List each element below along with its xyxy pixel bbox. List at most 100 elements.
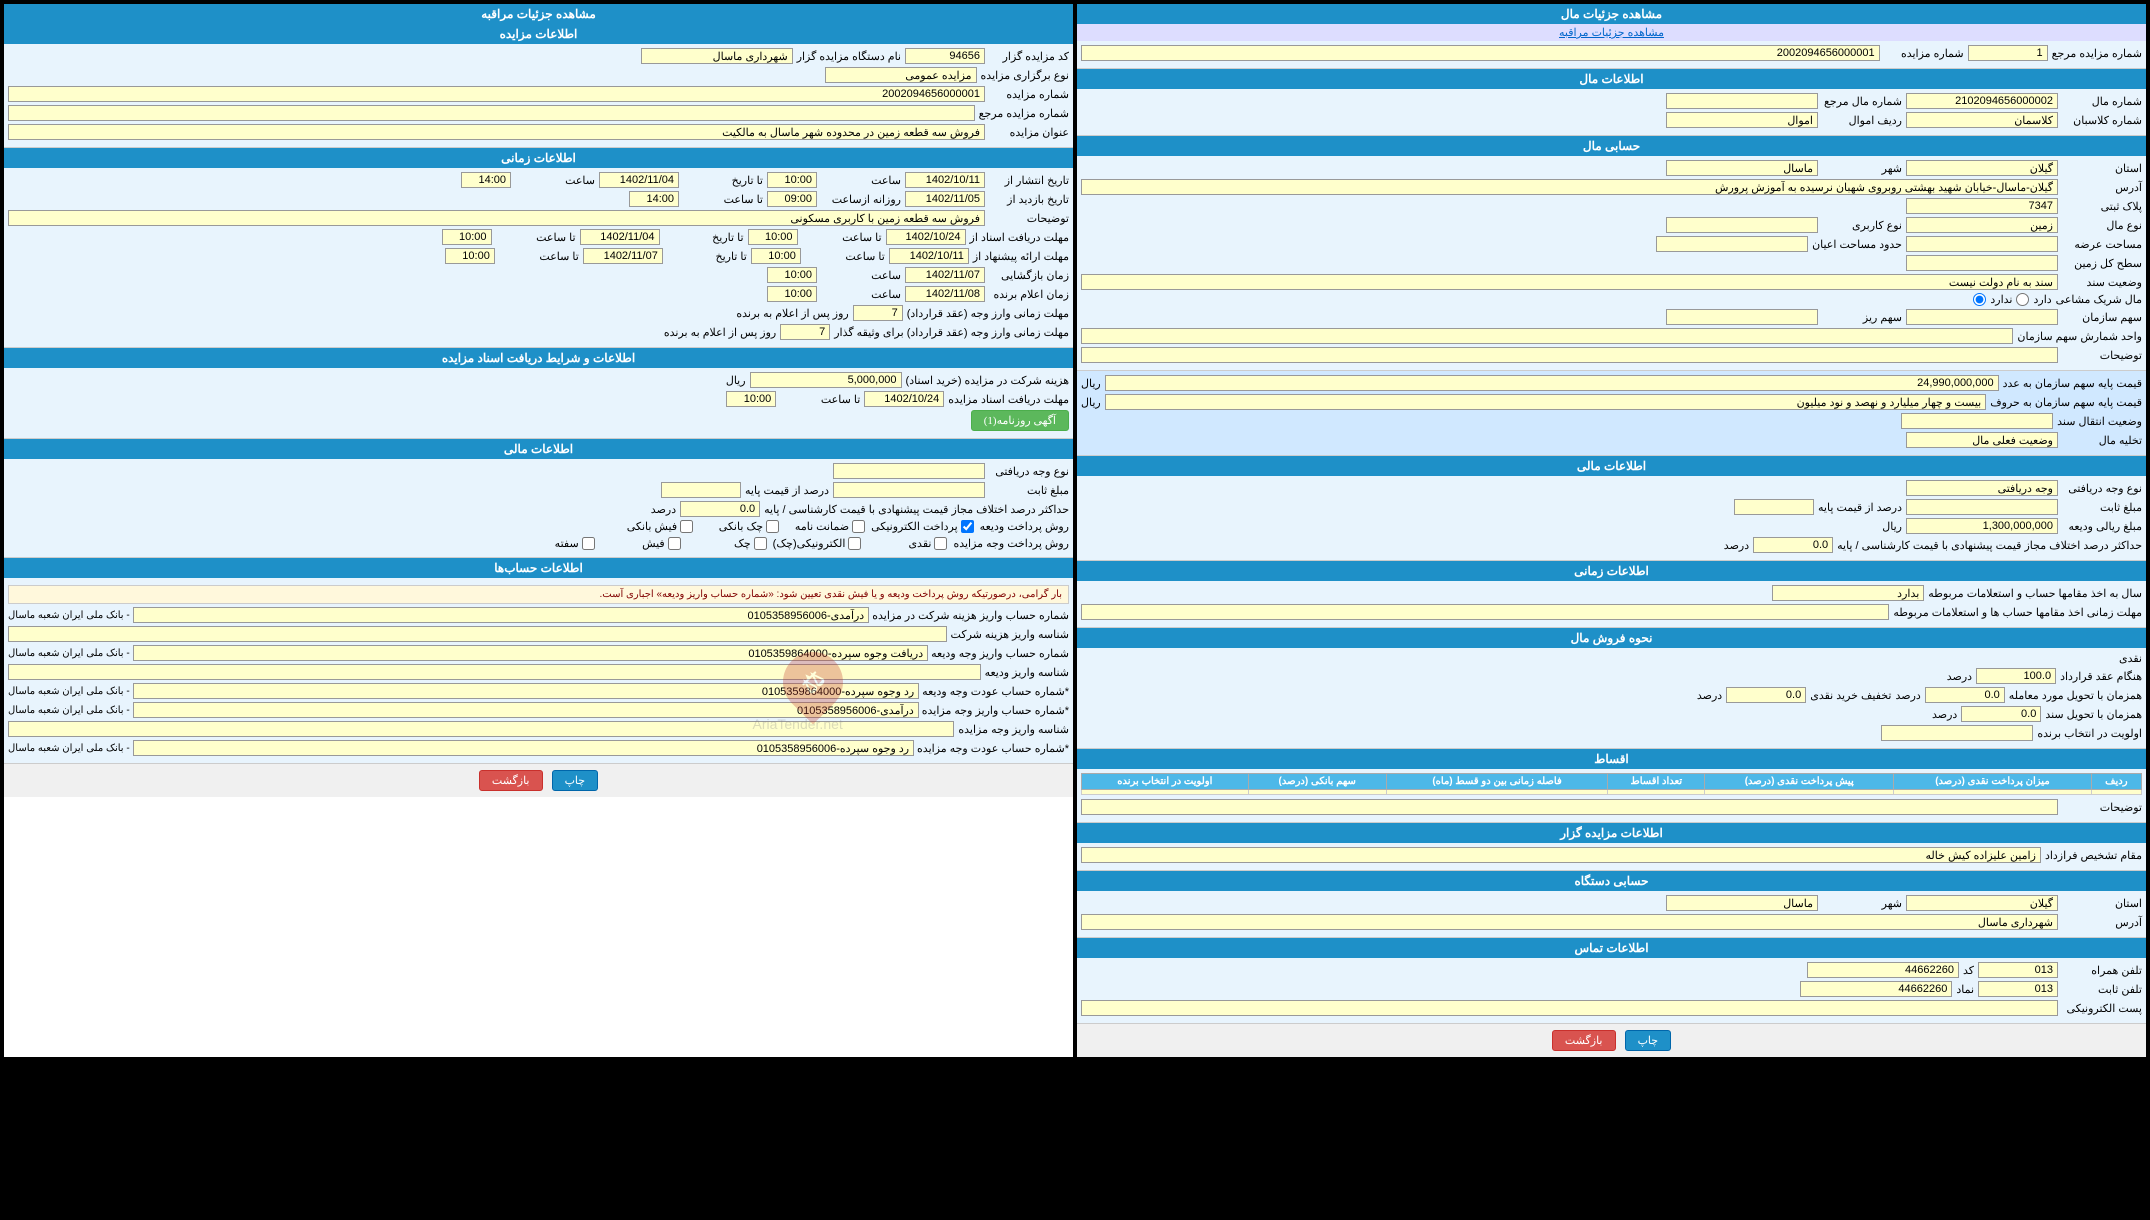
inp-qimat-pay[interactable]	[1105, 375, 1999, 391]
inp-vahd[interactable]	[1081, 328, 2013, 344]
inp-mokhtar[interactable]	[1081, 847, 2041, 863]
inp-tozih2[interactable]	[1081, 799, 2058, 815]
inp-klaseman[interactable]	[1906, 112, 2058, 128]
inp-shenas2[interactable]	[8, 664, 981, 680]
inp-mablagh-sabt2[interactable]	[833, 482, 985, 498]
radio-mal-sharik-nadarad[interactable]	[1973, 293, 1986, 306]
inp-masahat-arz[interactable]	[1906, 236, 2058, 252]
inp-mablagh-sabt[interactable]	[1906, 499, 2058, 515]
agahi-btn[interactable]: آگهی روزنامه(1)	[971, 410, 1069, 431]
inp-shenas1[interactable]	[8, 626, 947, 642]
radio-mal-sharik-darad[interactable]	[2016, 293, 2029, 306]
inp-shomare-mal[interactable]	[1906, 93, 2058, 109]
inp-mablagh-vojh[interactable]	[1906, 518, 2058, 534]
input-shomare-mazayede[interactable]	[1081, 45, 1880, 61]
chk-elec-chek[interactable]: الکترونیکی(چک)	[773, 537, 862, 550]
inp-mohlt-barende[interactable]	[853, 305, 903, 321]
chk-chek[interactable]: چک	[687, 537, 767, 550]
chk-safte[interactable]: سفته	[515, 537, 595, 550]
inp-avalviat[interactable]	[1881, 725, 2033, 741]
inp-saat-bazde[interactable]	[767, 191, 817, 207]
inp-saat-araaeh-az[interactable]	[751, 248, 801, 264]
inp-saat-araaeh-ta[interactable]	[445, 248, 495, 264]
inp-mohlt-darya-az[interactable]	[886, 229, 966, 245]
inp-shomare-morajeh-r[interactable]	[8, 105, 975, 121]
inp-masahat-ayan[interactable]	[1656, 236, 1808, 252]
inp-kod-sabt[interactable]	[1978, 981, 2058, 997]
inp-vazyat-entegal[interactable]	[1901, 413, 2053, 429]
inp-vazyat-sanad[interactable]	[1081, 274, 2058, 290]
inp-shomare-mazayede-r[interactable]	[8, 86, 985, 102]
inp-now-vojh2[interactable]	[833, 463, 985, 479]
inp-mohlt-darya-ta[interactable]	[580, 229, 660, 245]
chk-chek-banki[interactable]: چک بانکی	[699, 520, 779, 533]
inp-tarikh-az[interactable]	[905, 172, 985, 188]
inp-bar-hesab[interactable]	[1772, 585, 1924, 601]
right-back-btn[interactable]: بازگشت	[479, 770, 543, 791]
inp-ekhtelaf2[interactable]	[680, 501, 760, 517]
inp-now-bargozari[interactable]	[825, 67, 977, 83]
left-breadcrumb[interactable]: مشاهده جزئیات مراقبه	[1559, 27, 1664, 39]
inp-darsad[interactable]	[1734, 499, 1814, 515]
inp-telfon[interactable]	[1807, 962, 1959, 978]
inp-sahm-riz[interactable]	[1666, 309, 1818, 325]
inp-adres[interactable]	[1081, 179, 2058, 195]
inp-hezine[interactable]	[750, 372, 902, 388]
inp-mohlt-araaeh-ta[interactable]	[583, 248, 663, 264]
inp-saat-ta[interactable]	[461, 172, 511, 188]
left-print-btn[interactable]: چاپ	[1625, 1030, 1672, 1051]
inp-mohlt-bar[interactable]	[1081, 604, 1889, 620]
inp-adres2[interactable]	[1081, 914, 2058, 930]
inp-shenas4[interactable]	[8, 721, 954, 737]
inp-tahlil[interactable]	[1906, 432, 2058, 448]
inp-saat-bazde-ta[interactable]	[629, 191, 679, 207]
inp-hamzaman[interactable]	[1925, 687, 2005, 703]
inp-acc2-val[interactable]	[133, 645, 928, 661]
inp-saat-elam[interactable]	[767, 286, 817, 302]
inp-mohlt-araaeh-az[interactable]	[889, 248, 969, 264]
inp-ekhtelaf[interactable]	[1753, 537, 1833, 553]
inp-bazde-az[interactable]	[905, 191, 985, 207]
chk-zamanat[interactable]: ضمانت نامه	[785, 520, 865, 533]
inp-ostan2[interactable]	[1906, 895, 2058, 911]
chk-nagd[interactable]: نقدی	[867, 537, 947, 550]
inp-sath[interactable]	[1906, 255, 2058, 271]
inp-tarikh-ta[interactable]	[599, 172, 679, 188]
inp-tahvil[interactable]	[1961, 706, 2041, 722]
inp-saat-mohlt-ta[interactable]	[442, 229, 492, 245]
inp-tozih[interactable]	[1081, 347, 2058, 363]
chk-fish2[interactable]: فیش	[601, 537, 681, 550]
inp-shahr2[interactable]	[1666, 895, 1818, 911]
inp-shahr[interactable]	[1666, 160, 1818, 176]
inp-plak[interactable]	[1906, 198, 2058, 214]
inp-zaman-elam[interactable]	[905, 286, 985, 302]
inp-tozih-foros[interactable]	[8, 210, 985, 226]
inp-mohlt-darya-asnad[interactable]	[864, 391, 944, 407]
inp-qimat-hosof[interactable]	[1105, 394, 1987, 410]
inp-acc1-val[interactable]	[133, 607, 870, 623]
inp-code-mazayede[interactable]	[905, 48, 985, 64]
inp-saat-asnad[interactable]	[726, 391, 776, 407]
inp-now-karbari[interactable]	[1666, 217, 1818, 233]
left-back-btn[interactable]: بازگشت	[1552, 1030, 1616, 1051]
inp-saat-az[interactable]	[767, 172, 817, 188]
inp-now-vojh[interactable]	[1906, 480, 2058, 496]
inp-nagd-darsad[interactable]	[1976, 668, 2056, 684]
inp-khariid[interactable]	[1726, 687, 1806, 703]
inp-email[interactable]	[1081, 1000, 2058, 1016]
inp-acc5-val[interactable]	[133, 740, 914, 756]
right-print-btn[interactable]: چاپ	[552, 770, 599, 791]
inp-zaman-bargozari[interactable]	[905, 267, 985, 283]
inp-shomare-mal-morajeh[interactable]	[1666, 93, 1818, 109]
inp-onvan[interactable]	[8, 124, 985, 140]
inp-kod-telfon[interactable]	[1978, 962, 2058, 978]
input-shomare-morajeh[interactable]	[1968, 45, 2048, 61]
inp-saat-mohlt-az[interactable]	[748, 229, 798, 245]
inp-acc3-val[interactable]	[133, 683, 920, 699]
chk-fish[interactable]: فیش بانکی	[613, 520, 693, 533]
inp-ostan[interactable]	[1906, 160, 2058, 176]
inp-acc4-val[interactable]	[133, 702, 919, 718]
inp-name-mazayede[interactable]	[641, 48, 793, 64]
inp-mohlt-vagefeh[interactable]	[780, 324, 830, 340]
inp-telfon-sabt[interactable]	[1800, 981, 1952, 997]
